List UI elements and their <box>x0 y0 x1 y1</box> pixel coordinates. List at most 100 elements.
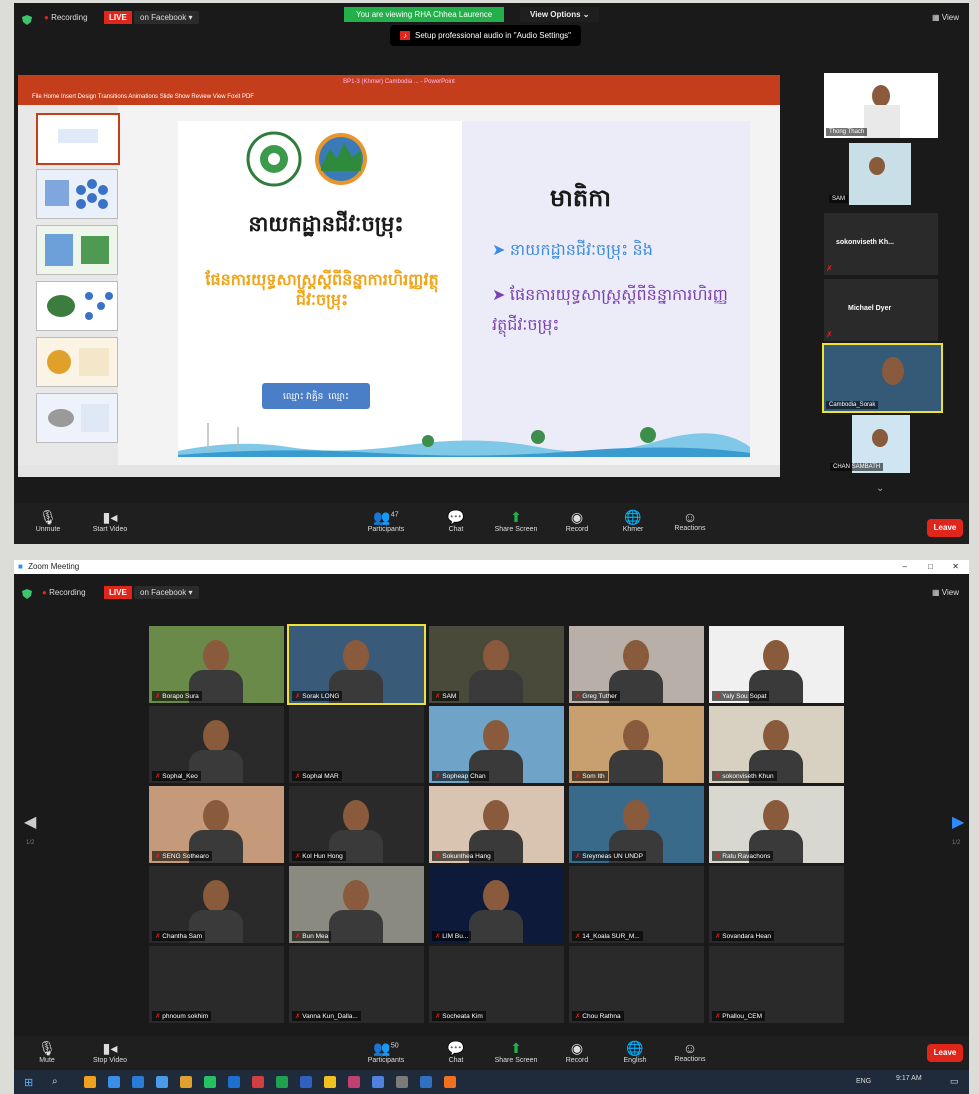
gallery-tile[interactable]: ✗ Sophal_Keo <box>149 706 284 783</box>
gallery-tile[interactable]: ✗ Sreymeas UN UNDP <box>569 786 704 863</box>
start-video-label: Start Video <box>92 526 128 533</box>
side-tile-3[interactable]: sokonviseth Kh... ✗ <box>824 213 938 275</box>
gallery-tile[interactable]: ✗ 14_Koala SUR_M... <box>569 866 704 943</box>
participants-button[interactable]: 👥50 Participants <box>360 1040 412 1064</box>
interpretation-button[interactable]: 🌐 Khmer <box>618 509 648 533</box>
side-tile-6[interactable]: CHAN SAMBATH <box>830 415 910 473</box>
view-button[interactable]: ▦ View <box>932 588 959 597</box>
gallery-tile[interactable]: ✗ sokonviseth Khun <box>709 706 844 783</box>
gallery-tile[interactable]: ✗ Yaly Sou Sopat <box>709 626 844 703</box>
live-badge[interactable]: LIVE <box>104 586 132 599</box>
gallery-tile[interactable]: ✗ Sophal MAR <box>289 706 424 783</box>
gallery-tile[interactable]: ✗ Sovandara Hean <box>709 866 844 943</box>
slide-thumb-1[interactable] <box>36 113 120 165</box>
recording-indicator[interactable]: ● Recording <box>42 588 86 597</box>
gallery-tile[interactable]: ✗ SENG Sothearo <box>149 786 284 863</box>
biodiversity-logo <box>312 131 370 192</box>
gallery-tile[interactable]: ✗ Sorak LONG <box>287 624 426 705</box>
participant-name: Sophal MAR <box>302 773 339 780</box>
gallery-tile[interactable]: ✗ Sokunthea Hang <box>429 786 564 863</box>
record-button[interactable]: ◉ Record <box>562 1040 592 1064</box>
participants-button[interactable]: 👥47 Participants <box>360 509 412 533</box>
shield-icon[interactable] <box>22 12 32 30</box>
notification-icon[interactable]: ▭ <box>950 1076 959 1087</box>
participant-body <box>469 910 523 943</box>
side-tile-5-active-speaker[interactable]: Cambodia_Sorak <box>822 343 943 413</box>
clock[interactable]: 9:17 AM <box>896 1075 922 1082</box>
taskbar-app-icon[interactable] <box>132 1076 144 1088</box>
leave-button[interactable]: Leave <box>927 519 963 537</box>
taskbar-app-icon[interactable] <box>396 1076 408 1088</box>
gallery-tile[interactable]: ✗ phnoum sokhim <box>149 946 284 1023</box>
leave-button[interactable]: Leave <box>927 1044 963 1062</box>
stop-video-button[interactable]: ▮◂ Stop Video <box>88 1040 132 1064</box>
gallery-tile[interactable]: ✗ Borapo Sura <box>149 626 284 703</box>
unmute-button[interactable]: 🎙 Unmute <box>28 509 68 533</box>
taskbar-app-icon[interactable] <box>372 1076 384 1088</box>
gallery-tile[interactable]: ✗ Som Ith <box>569 706 704 783</box>
window-title: Zoom Meeting <box>28 562 80 571</box>
live-platform-dropdown[interactable]: on Facebook ▾ <box>134 586 199 599</box>
prev-page-arrow[interactable]: ◀ <box>24 812 36 832</box>
taskbar-app-icon[interactable] <box>204 1076 216 1088</box>
gallery-tile[interactable]: ✗ Socheata Kim <box>429 946 564 1023</box>
next-page-arrow[interactable]: ▶ <box>952 812 964 832</box>
taskbar-app-icon[interactable] <box>444 1076 456 1088</box>
chat-button[interactable]: 💬 Chat <box>442 509 470 533</box>
taskbar-app-icon[interactable] <box>84 1076 96 1088</box>
reactions-button[interactable]: ☺ Reactions <box>670 509 710 532</box>
gallery-tile[interactable]: ✗ Phallou_CEM <box>709 946 844 1023</box>
minimize-icon[interactable]: – <box>903 560 907 574</box>
taskbar-app-icon[interactable] <box>324 1076 336 1088</box>
search-icon[interactable]: ⌕ <box>52 1076 58 1087</box>
recording-indicator[interactable]: ● Recording <box>44 13 88 22</box>
start-video-button[interactable]: ▮◂ Start Video <box>88 509 132 533</box>
gallery-tile[interactable]: ✗ Vanna Kun_Dalla... <box>289 946 424 1023</box>
shield-icon[interactable] <box>22 586 32 604</box>
share-screen-button[interactable]: ⬆ Share Screen <box>490 1040 542 1064</box>
record-button[interactable]: ◉ Record <box>562 509 592 533</box>
windows-start-icon[interactable]: ⊞ <box>24 1076 33 1089</box>
taskbar-app-icon[interactable] <box>180 1076 192 1088</box>
mic-muted-icon: ✗ <box>826 330 833 339</box>
interpretation-button[interactable]: 🌐 English <box>618 1040 652 1064</box>
share-screen-button[interactable]: ⬆ Share Screen <box>490 509 542 533</box>
side-tile-4[interactable]: Michael Dyer ✗ <box>824 279 938 341</box>
slide-thumb-3[interactable] <box>36 225 118 275</box>
slide-thumb-6[interactable] <box>36 393 118 443</box>
reactions-button[interactable]: ☺ Reactions <box>670 1040 710 1063</box>
gallery-tile[interactable]: ✗ SAM <box>429 626 564 703</box>
slide-thumb-4[interactable] <box>36 281 118 331</box>
gallery-tile[interactable]: ✗ Chantha Sam <box>149 866 284 943</box>
slide-thumb-2[interactable] <box>36 169 118 219</box>
gallery-tile[interactable]: ✗ Chou Rathna <box>569 946 704 1023</box>
taskbar-app-icon[interactable] <box>300 1076 312 1088</box>
chevron-down-icon[interactable]: ⌄ <box>876 483 884 494</box>
mute-button[interactable]: 🎙 Mute <box>32 1040 62 1064</box>
side-tile-2[interactable]: SAM <box>829 143 911 205</box>
taskbar-app-icon[interactable] <box>276 1076 288 1088</box>
view-options-button[interactable]: View Options ⌄ <box>520 7 600 22</box>
taskbar-app-icon[interactable] <box>228 1076 240 1088</box>
view-button[interactable]: ▦ View <box>932 13 959 22</box>
gallery-tile[interactable]: ✗ Ratu Ravachons <box>709 786 844 863</box>
gallery-tile[interactable]: ✗ Sopheap Chan <box>429 706 564 783</box>
record-label: Record <box>565 526 589 533</box>
gallery-tile[interactable]: ✗ Bun Mea <box>289 866 424 943</box>
slide-thumb-5[interactable] <box>36 337 118 387</box>
maximize-icon[interactable]: □ <box>928 560 933 574</box>
taskbar-app-icon[interactable] <box>420 1076 432 1088</box>
side-tile-1[interactable]: Thong Thach <box>824 73 938 138</box>
live-platform-dropdown[interactable]: on Facebook ▾ <box>134 11 199 24</box>
gallery-tile[interactable]: ✗ Kol Hun Hong <box>289 786 424 863</box>
close-icon[interactable]: ✕ <box>952 560 959 574</box>
taskbar-app-icon[interactable] <box>108 1076 120 1088</box>
taskbar-app-icon[interactable] <box>348 1076 360 1088</box>
gallery-tile[interactable]: ✗ LIM Bu... <box>429 866 564 943</box>
gallery-tile[interactable]: ✗ Greg Tuther <box>569 626 704 703</box>
live-badge[interactable]: LIVE <box>104 11 132 24</box>
language-indicator[interactable]: ENG <box>856 1078 871 1085</box>
taskbar-app-icon[interactable] <box>156 1076 168 1088</box>
chat-button[interactable]: 💬 Chat <box>442 1040 470 1064</box>
taskbar-app-icon[interactable] <box>252 1076 264 1088</box>
